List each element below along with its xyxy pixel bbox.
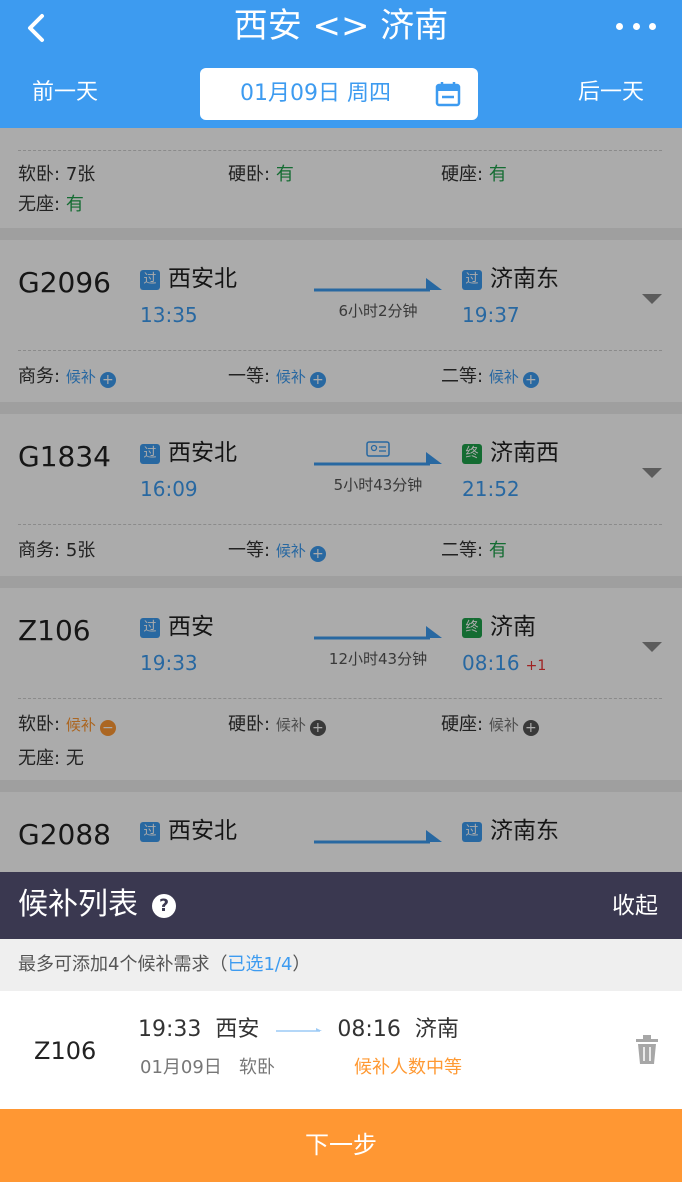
collapse-button[interactable]: 收起 [612,890,658,922]
calendar-icon [435,82,461,107]
waitlist-train-number: Z106 [34,1037,97,1065]
trash-icon[interactable] [636,1035,658,1065]
more-icon[interactable] [616,16,656,36]
waitlist-tip: 最多可添加4个候补需求（已选1/4） [0,939,682,991]
title-bar: 西安 <> 济南 [0,0,682,62]
next-day-button[interactable]: 后一天 [578,78,644,108]
next-step-button[interactable]: 下一步 [0,1109,682,1182]
dim-overlay[interactable] [0,128,682,872]
help-icon[interactable]: ? [152,894,176,918]
selected-count: 已选1/4 [227,954,293,975]
page-title: 西安 <> 济南 [233,6,449,46]
date-bar: 前一天 01月09日 周四 后一天 [0,62,682,128]
waitlist-item: Z106 19:33 西安 08:16 济南 01月09日 软卧 候补人数中等 [0,991,682,1109]
route-arrow-icon [276,1028,322,1032]
prev-day-button[interactable]: 前一天 [32,78,98,108]
selected-date: 01月09日 周四 [240,81,391,106]
date-picker[interactable]: 01月09日 周四 [200,68,478,120]
waitlist-status: 候补人数中等 [354,1057,462,1078]
waitlist-date-seat: 01月09日 软卧 [140,1057,275,1078]
waitlist-header: 候补列表 ? 收起 [0,872,682,939]
waitlist-title: 候补列表 [18,887,138,922]
